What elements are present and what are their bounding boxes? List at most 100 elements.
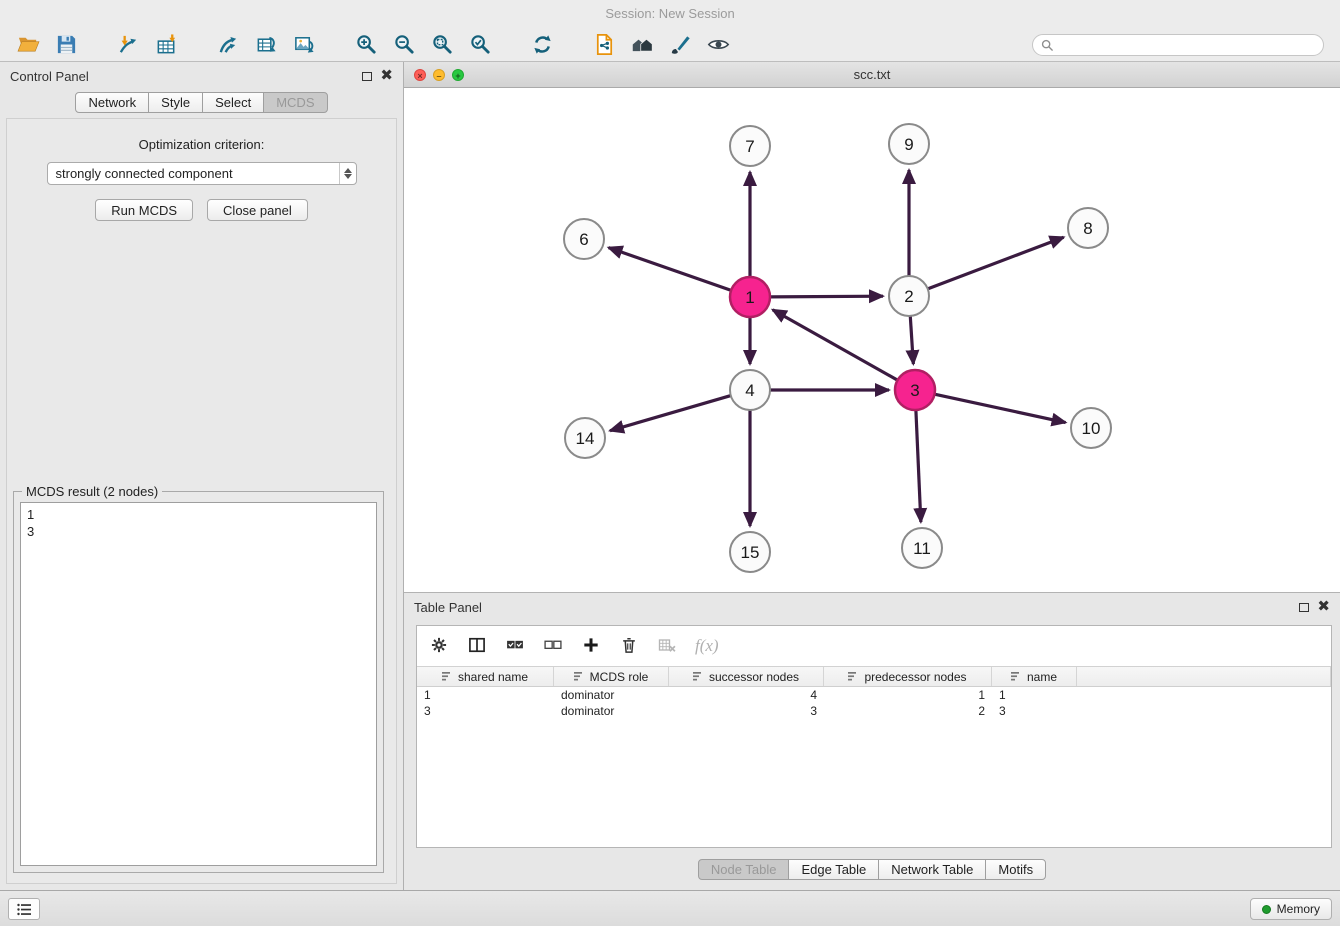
float-panel-button[interactable] — [362, 69, 372, 84]
close-table-panel-button[interactable]: ✖ — [1317, 602, 1330, 612]
tab-select[interactable]: Select — [202, 92, 264, 113]
tab-network-table[interactable]: Network Table — [878, 859, 986, 880]
network-arrows-icon — [217, 33, 240, 56]
graph-node-4[interactable]: 4 — [730, 370, 770, 410]
criterion-dropdown[interactable]: strongly connected component — [47, 162, 357, 185]
zoom-fit-button[interactable] — [426, 30, 458, 60]
run-mcds-button[interactable]: Run MCDS — [95, 199, 193, 221]
cell-successor-nodes[interactable]: 3 — [669, 703, 824, 719]
optimization-criterion-label: Optimization criterion: — [7, 137, 396, 152]
cell-predecessor-nodes[interactable]: 2 — [824, 703, 992, 719]
tab-style[interactable]: Style — [148, 92, 203, 113]
graph-node-10[interactable]: 10 — [1071, 408, 1111, 448]
graph-edge-2-3[interactable] — [910, 316, 913, 364]
graph-node-8[interactable]: 8 — [1068, 208, 1108, 248]
columns-icon — [467, 635, 487, 655]
graph-node-1[interactable]: 1 — [730, 277, 770, 317]
mcds-result-line: 3 — [27, 523, 370, 540]
graph-node-15[interactable]: 15 — [730, 532, 770, 572]
cell-predecessor-nodes[interactable]: 1 — [824, 687, 992, 703]
memory-label: Memory — [1277, 902, 1320, 916]
graph-node-9[interactable]: 9 — [889, 124, 929, 164]
network-canvas[interactable]: 7 9 6 8 1 2 4 3 14 10 15 11 — [404, 88, 1340, 592]
cell-shared-name[interactable]: 1 — [417, 687, 554, 703]
graph-edge-1-6[interactable] — [609, 248, 732, 291]
zoom-selected-button[interactable] — [464, 30, 496, 60]
first-neighbors-button[interactable] — [626, 30, 658, 60]
import-network-button[interactable] — [112, 30, 144, 60]
graph-node-2[interactable]: 2 — [889, 276, 929, 316]
export-image-icon — [293, 33, 316, 56]
mcds-result-list[interactable]: 1 3 — [20, 502, 377, 866]
close-panel-button[interactable]: ✖ — [380, 71, 393, 81]
graph-edge-4-14[interactable] — [610, 396, 731, 431]
graph-edge-2-8[interactable] — [928, 237, 1064, 289]
tab-motifs[interactable]: Motifs — [985, 859, 1046, 880]
refresh-view-button[interactable] — [526, 30, 558, 60]
table-settings-button[interactable] — [429, 635, 449, 658]
sort-icon — [848, 671, 859, 682]
search-field[interactable] — [1032, 34, 1324, 56]
deselect-all-button[interactable] — [543, 635, 563, 658]
column-header-successor-nodes[interactable]: successor nodes — [669, 667, 824, 686]
maximize-window-button[interactable]: + — [452, 69, 464, 81]
close-panel-button-mcds[interactable]: Close panel — [207, 199, 308, 221]
graph-node-11[interactable]: 11 — [902, 528, 942, 568]
table-row[interactable]: 3 dominator 3 2 3 — [417, 703, 1331, 719]
add-column-button[interactable] — [581, 635, 601, 658]
graph-node-3[interactable]: 3 — [895, 370, 935, 410]
cell-name[interactable]: 3 — [992, 703, 1077, 719]
show-hide-button[interactable] — [702, 30, 734, 60]
select-all-button[interactable] — [505, 635, 525, 658]
cell-mcds-role[interactable]: dominator — [554, 703, 669, 719]
graph-node-7[interactable]: 7 — [730, 126, 770, 166]
memory-button[interactable]: Memory — [1250, 898, 1332, 920]
column-header-filler — [1077, 667, 1331, 686]
save-session-button[interactable] — [50, 30, 82, 60]
tab-mcds[interactable]: MCDS — [263, 92, 327, 113]
task-history-button[interactable] — [8, 898, 40, 920]
sort-icon — [693, 671, 704, 682]
float-table-panel-button[interactable] — [1299, 600, 1309, 615]
zoom-out-button[interactable] — [388, 30, 420, 60]
network-view[interactable]: 7 9 6 8 1 2 4 3 14 10 15 11 — [404, 88, 1340, 592]
graph-node-14[interactable]: 14 — [565, 418, 605, 458]
graph-edge-3-10[interactable] — [935, 394, 1066, 422]
export-image-button[interactable] — [288, 30, 320, 60]
zoom-in-button[interactable] — [350, 30, 382, 60]
import-table-button[interactable] — [150, 30, 182, 60]
new-network-button[interactable] — [212, 30, 244, 60]
graph-edge-3-1[interactable] — [773, 310, 898, 380]
function-builder-button[interactable]: f(x) — [695, 636, 719, 656]
close-window-button[interactable]: × — [414, 69, 426, 81]
column-header-name[interactable]: name — [992, 667, 1077, 686]
eye-icon — [707, 33, 730, 56]
new-network-from-table-button[interactable] — [250, 30, 282, 60]
cell-successor-nodes[interactable]: 4 — [669, 687, 824, 703]
cell-name[interactable]: 1 — [992, 687, 1077, 703]
clone-network-button[interactable] — [588, 30, 620, 60]
application-window: Session: New Session — [0, 0, 1340, 926]
table-row[interactable]: 1 dominator 4 1 1 — [417, 687, 1331, 703]
tab-node-table[interactable]: Node Table — [698, 859, 790, 880]
delete-column-button[interactable] — [619, 635, 639, 658]
table-panel-header: Table Panel ✖ — [404, 593, 1340, 621]
delete-table-button[interactable] — [657, 635, 677, 658]
network-window-titlebar[interactable]: × – + scc.txt — [404, 62, 1340, 88]
column-header-predecessor-nodes[interactable]: predecessor nodes — [824, 667, 992, 686]
minimize-window-button[interactable]: – — [433, 69, 445, 81]
open-file-button[interactable] — [12, 30, 44, 60]
column-header-mcds-role[interactable]: MCDS role — [554, 667, 669, 686]
cell-mcds-role[interactable]: dominator — [554, 687, 669, 703]
cell-shared-name[interactable]: 3 — [417, 703, 554, 719]
graph-edge-3-11[interactable] — [916, 410, 921, 522]
column-header-shared-name[interactable]: shared name — [417, 667, 554, 686]
search-input[interactable] — [1058, 38, 1315, 52]
apply-style-button[interactable] — [664, 30, 696, 60]
graph-edge-1-2[interactable] — [770, 296, 883, 297]
graph-node-6[interactable]: 6 — [564, 219, 604, 259]
tab-network[interactable]: Network — [75, 92, 149, 113]
tab-edge-table[interactable]: Edge Table — [788, 859, 879, 880]
show-columns-button[interactable] — [467, 635, 487, 658]
window-title: Session: New Session — [605, 6, 734, 21]
